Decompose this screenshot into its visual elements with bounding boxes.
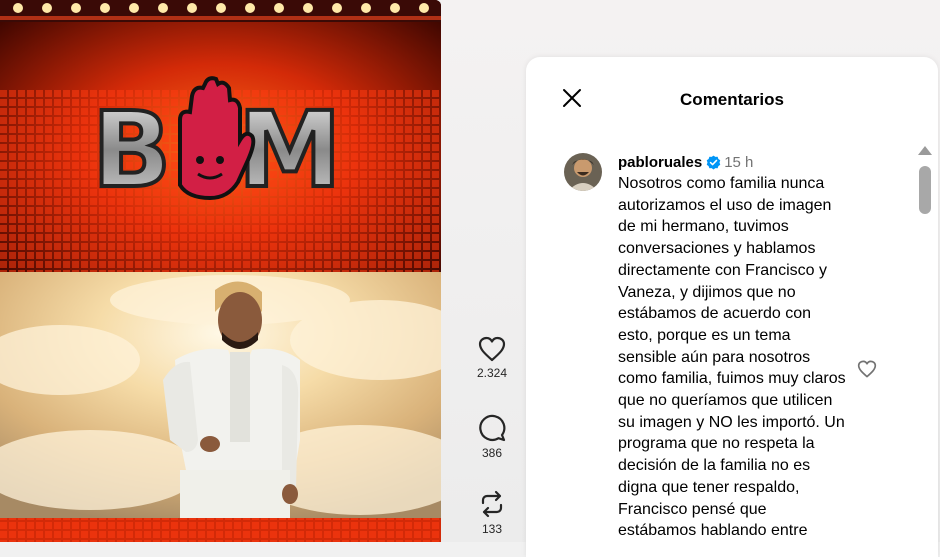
comment-text: Nosotros como familia nunca autorizamos … bbox=[618, 175, 846, 540]
repost-icon[interactable] bbox=[479, 490, 505, 518]
reel-action-rail: 2.324 386 133 bbox=[464, 0, 520, 542]
repost-count: 133 bbox=[481, 522, 503, 536]
like-action[interactable]: 2.324 bbox=[464, 336, 520, 380]
comment-like-button[interactable] bbox=[857, 360, 877, 383]
reel-video[interactable]: B M bbox=[0, 0, 441, 542]
heart-icon[interactable] bbox=[478, 336, 506, 362]
svg-text:B: B bbox=[92, 89, 171, 211]
comment-bubble-icon[interactable] bbox=[478, 414, 506, 442]
avatar[interactable] bbox=[564, 153, 602, 191]
comment-username[interactable]: pabloruales bbox=[618, 154, 702, 171]
heart-icon[interactable] bbox=[857, 360, 877, 378]
like-count: 2.324 bbox=[476, 366, 508, 380]
verified-badge-icon bbox=[706, 155, 721, 170]
scroll-up-arrow-icon[interactable] bbox=[918, 146, 932, 155]
comment-header: pabloruales 15 h bbox=[618, 153, 753, 173]
comment-count: 386 bbox=[481, 446, 503, 460]
show-logo: B M bbox=[90, 76, 344, 213]
comment-time: 15 h bbox=[724, 154, 754, 171]
scroll-thumb[interactable] bbox=[919, 166, 931, 214]
comment-action[interactable]: 386 bbox=[464, 414, 520, 460]
comments-panel: Comentarios pabloruales 15 h Nosotros co… bbox=[526, 57, 938, 557]
comments-scrollbar[interactable] bbox=[915, 144, 935, 542]
panel-title: Comentarios bbox=[680, 90, 784, 109]
repost-action[interactable]: 133 bbox=[464, 490, 520, 536]
